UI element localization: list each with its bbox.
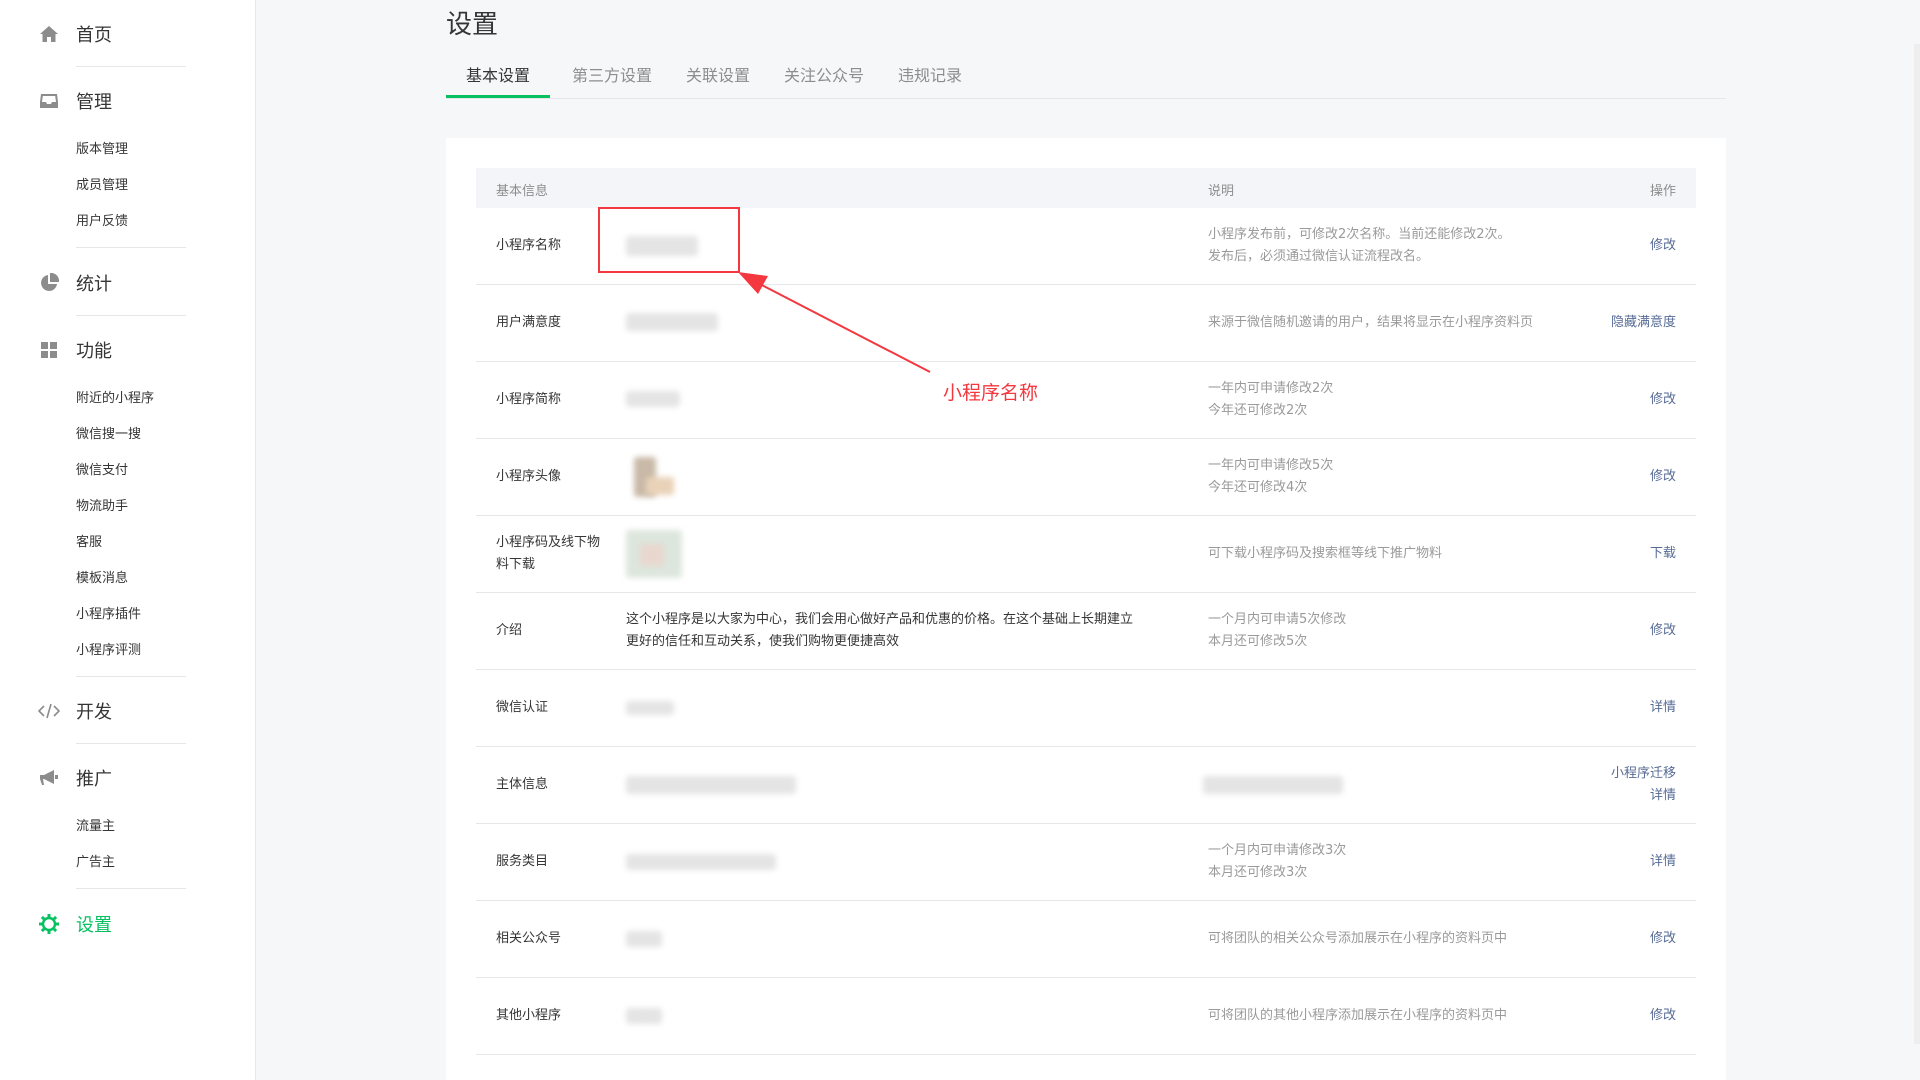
- annotation-arrow: [738, 272, 931, 373]
- annotation-label: 小程序名称: [943, 382, 1039, 404]
- scrollbar[interactable]: [1914, 44, 1920, 1044]
